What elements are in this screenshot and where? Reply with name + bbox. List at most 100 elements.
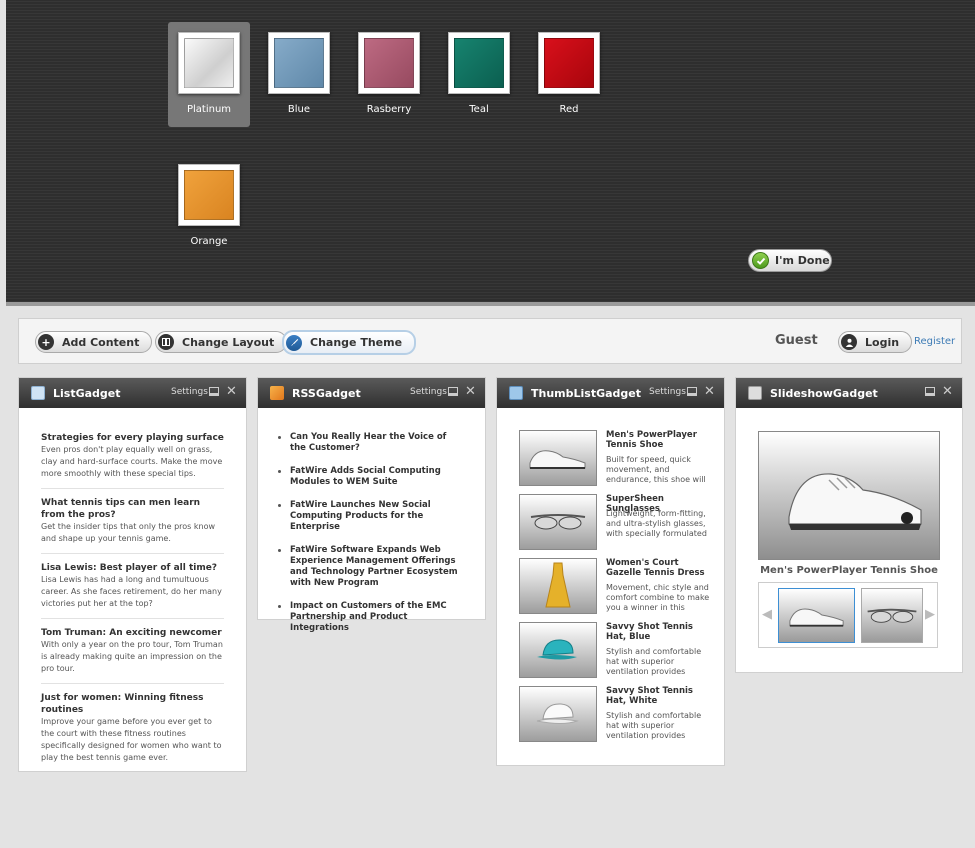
rss-item[interactable]: Impact on Customers of the EMC Partnersh… — [278, 601, 465, 634]
list-item-text: With only a year on the pro tour, Tom Tr… — [41, 640, 223, 673]
gadget-title: RSSGadget — [292, 386, 361, 400]
settings-link[interactable]: Settings — [171, 387, 208, 397]
change-layout-label: Change Layout — [182, 335, 275, 349]
swatch-label: Platinum — [186, 104, 232, 115]
gadget-title: ListGadget — [53, 386, 121, 400]
swatch-blue[interactable]: Blue — [258, 22, 340, 127]
swatch-frame — [538, 32, 600, 94]
swatch-color-teal — [454, 38, 504, 88]
im-done-button[interactable]: I'm Done — [748, 249, 832, 272]
thumb-title[interactable]: Women's Court Gazelle Tennis Dress — [606, 558, 710, 578]
settings-link[interactable]: Settings — [649, 387, 686, 397]
swatch-rasberry[interactable]: Rasberry — [348, 22, 430, 127]
rss-item[interactable]: FatWire Launches New Social Computing Pr… — [278, 500, 465, 533]
thumb-desc: Stylish and comfortable hat with superio… — [606, 647, 702, 676]
rss-list: Can You Really Hear the Voice of the Cus… — [258, 408, 485, 634]
swatch-color-platinum — [184, 38, 234, 88]
thumblist-gadget: ThumbListGadget Settings ✕ Men's PowerPl… — [496, 377, 725, 766]
list-item-text: Lisa Lewis has had a long and tumultuous… — [41, 575, 222, 608]
register-link[interactable]: Register — [914, 336, 955, 347]
login-button[interactable]: Login — [838, 331, 913, 353]
thumb-desc: Movement, chic style and comfort combine… — [606, 583, 710, 612]
gadget-header: ListGadget Settings ✕ — [19, 378, 246, 408]
gadget-header: SlideshowGadget ✕ — [736, 378, 962, 408]
swatch-label: Teal — [469, 104, 489, 115]
thumb-list-item[interactable]: Women's Court Gazelle Tennis Dress Movem… — [519, 558, 709, 614]
shoe-icon[interactable] — [519, 430, 597, 486]
list-item[interactable]: Strategies for every playing surface Eve… — [41, 424, 224, 489]
close-icon[interactable]: ✕ — [226, 384, 237, 399]
change-layout-button[interactable]: Change Layout — [155, 331, 288, 353]
thumb-title[interactable]: Savvy Shot Tennis Hat, White — [606, 686, 710, 706]
sunglasses-icon[interactable] — [519, 494, 597, 550]
swatch-frame — [358, 32, 420, 94]
thumb-list-item[interactable]: Savvy Shot Tennis Hat, Blue Stylish and … — [519, 622, 709, 678]
thumblist-icon — [509, 386, 523, 400]
slideshow-main-image[interactable] — [758, 431, 940, 560]
list-item-title[interactable]: Just for women: Winning fitness routines — [41, 692, 224, 716]
list-item-text: Improve your game before you ever get to… — [41, 717, 222, 762]
minimize-icon[interactable] — [687, 387, 697, 396]
arrow-right-icon[interactable]: ▶ — [925, 607, 935, 622]
paintbrush-icon — [286, 334, 302, 351]
change-theme-label: Change Theme — [310, 336, 403, 349]
thumb-list-item[interactable]: Savvy Shot Tennis Hat, White Stylish and… — [519, 686, 709, 742]
rss-item[interactable]: FatWire Adds Social Computing Modules to… — [278, 466, 465, 488]
list-item-title[interactable]: What tennis tips can men learn from the … — [41, 497, 224, 521]
list-gadget: ListGadget Settings ✕ Strategies for eve… — [18, 377, 247, 772]
swatch-frame — [178, 164, 240, 226]
slideshow-caption: Men's PowerPlayer Tennis Shoe — [760, 565, 938, 576]
list-item-text: Get the insider tips that only the pros … — [41, 522, 215, 543]
add-content-button[interactable]: + Add Content — [35, 331, 153, 353]
swatch-frame — [178, 32, 240, 94]
close-icon[interactable]: ✕ — [704, 384, 715, 399]
list-item[interactable]: Tom Truman: An exciting newcomer With on… — [41, 619, 224, 684]
swatch-color-rasberry — [364, 38, 414, 88]
thumb-title[interactable]: Savvy Shot Tennis Hat, Blue — [606, 622, 710, 642]
swatch-frame — [448, 32, 510, 94]
minimize-icon[interactable] — [925, 387, 935, 396]
list-item-title[interactable]: Tom Truman: An exciting newcomer — [41, 627, 224, 639]
swatch-color-blue — [274, 38, 324, 88]
thumb-list-item[interactable]: Men's PowerPlayer Tennis Shoe Built for … — [519, 430, 709, 486]
close-icon[interactable]: ✕ — [465, 384, 476, 399]
swatch-color-orange — [184, 170, 234, 220]
arrow-left-icon[interactable]: ◀ — [762, 607, 772, 622]
change-theme-button[interactable]: Change Theme — [282, 330, 417, 355]
rss-gadget: RSSGadget Settings ✕ Can You Really Hear… — [257, 377, 486, 633]
list-item[interactable]: Lisa Lewis: Best player of all time? Lis… — [41, 554, 224, 619]
swatch-platinum[interactable]: Platinum — [168, 22, 250, 127]
thumb-title[interactable]: Men's PowerPlayer Tennis Shoe — [606, 430, 710, 450]
close-icon[interactable]: ✕ — [942, 384, 953, 399]
im-done-label: I'm Done — [775, 254, 830, 267]
minimize-icon[interactable] — [448, 387, 458, 396]
rss-icon — [270, 386, 284, 400]
thumb-desc: Lightweight, form-fitting, and ultra-sty… — [606, 509, 707, 538]
blue-hat-icon[interactable] — [519, 622, 597, 678]
slideshow-thumb-sunglasses[interactable] — [861, 588, 923, 643]
gadget-title: SlideshowGadget — [770, 386, 878, 400]
list-item-title[interactable]: Strategies for every playing surface — [41, 432, 224, 444]
thumb-list-item[interactable]: SuperSheen Sunglasses Lightweight, form-… — [519, 494, 709, 550]
white-hat-icon[interactable] — [519, 686, 597, 742]
swatch-color-red — [544, 38, 594, 88]
plus-icon: + — [38, 334, 54, 350]
minimize-icon[interactable] — [209, 387, 219, 396]
swatch-orange[interactable]: Orange — [168, 154, 250, 259]
dress-icon[interactable] — [519, 558, 597, 614]
settings-link[interactable]: Settings — [410, 387, 447, 397]
rss-item[interactable]: Can You Really Hear the Voice of the Cus… — [278, 432, 465, 454]
list-body: Strategies for every playing surface Eve… — [19, 408, 246, 772]
swatch-red[interactable]: Red — [528, 22, 610, 127]
slideshow-thumb-shoe[interactable] — [778, 588, 855, 643]
swatch-label: Orange — [190, 236, 228, 247]
list-item-title[interactable]: Lisa Lewis: Best player of all time? — [41, 562, 224, 574]
swatch-teal[interactable]: Teal — [438, 22, 520, 127]
slideshow-thumbnail-strip: ◀ ▶ — [758, 582, 938, 648]
slideshow-icon — [748, 386, 762, 400]
rss-item[interactable]: FatWire Software Expands Web Experience … — [278, 545, 465, 589]
shoe-image — [788, 473, 922, 530]
guest-label: Guest — [775, 333, 818, 348]
list-item[interactable]: What tennis tips can men learn from the … — [41, 489, 224, 554]
list-item[interactable]: Just for women: Winning fitness routines… — [41, 684, 224, 772]
